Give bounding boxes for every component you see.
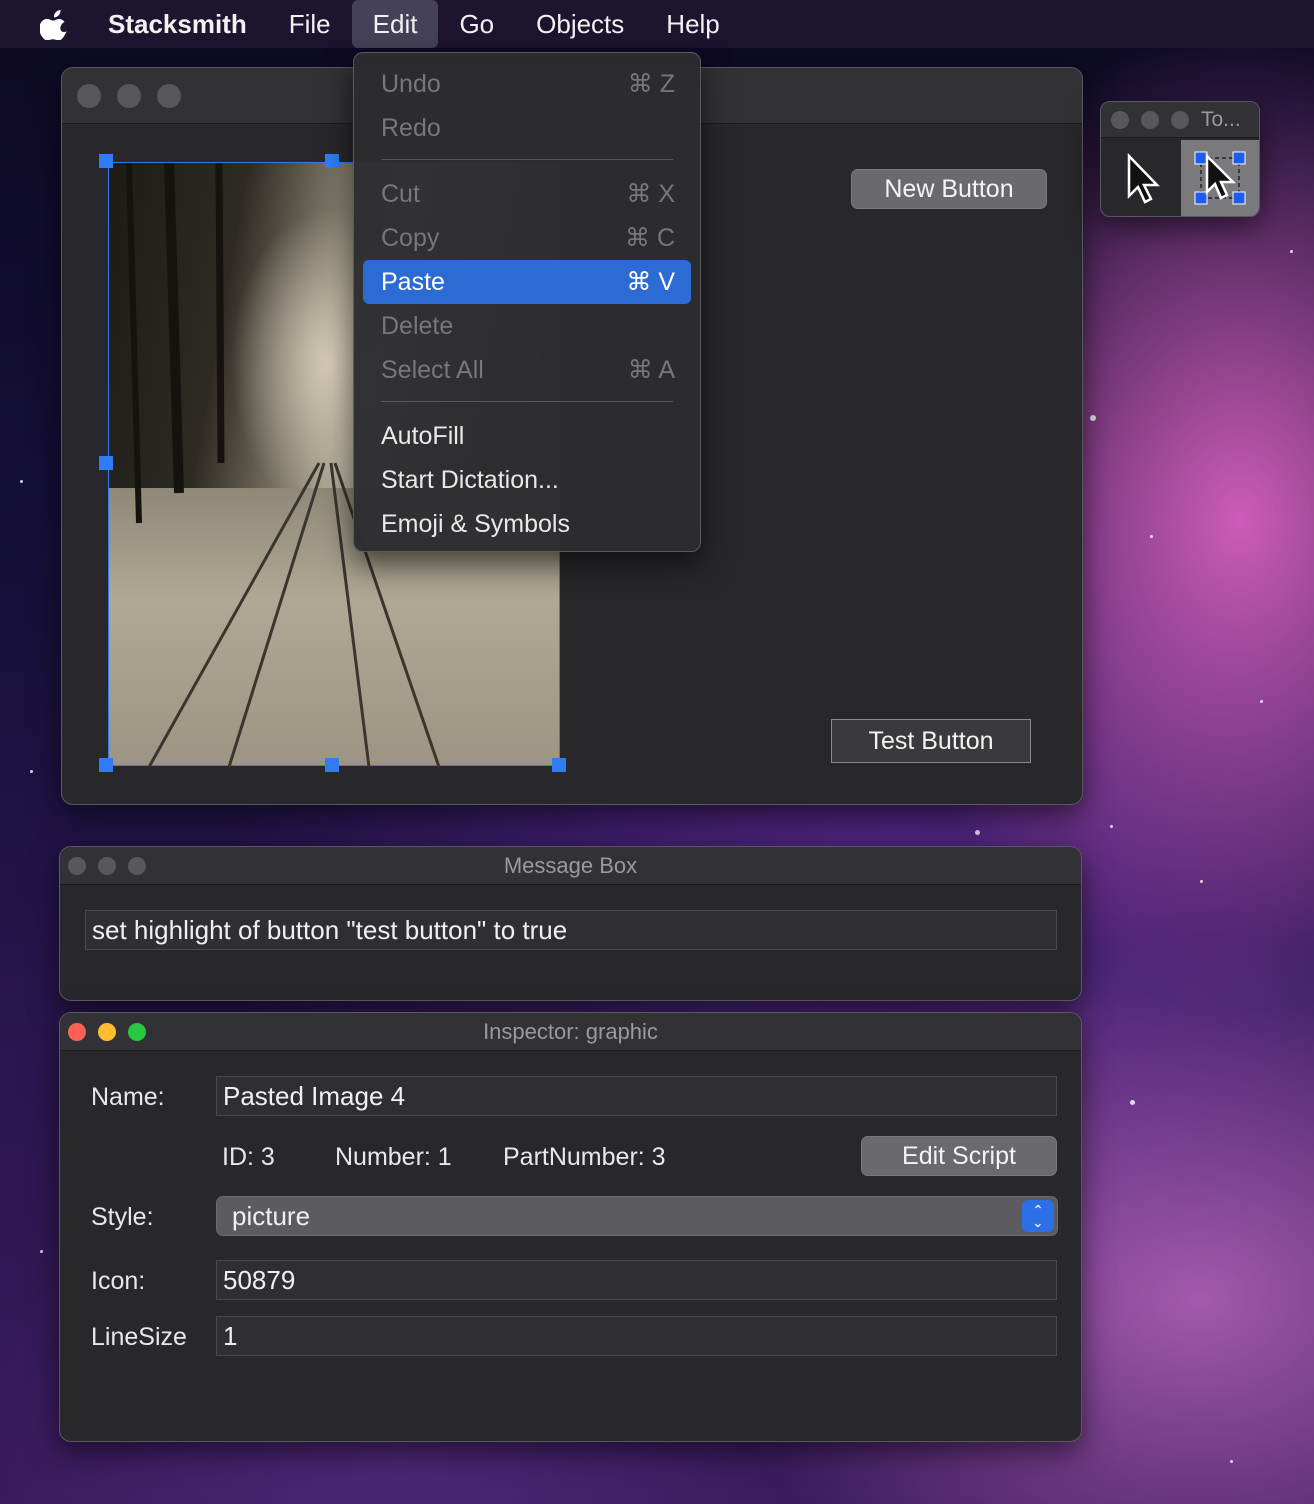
- minimize-button[interactable]: [98, 856, 116, 875]
- minimize-button[interactable]: [98, 1022, 116, 1041]
- menu-item-start-dictation[interactable]: Start Dictation...: [363, 458, 691, 502]
- menu-app-name[interactable]: Stacksmith: [108, 0, 268, 48]
- zoom-button[interactable]: [128, 856, 146, 875]
- selection-pointer-icon: [1194, 151, 1246, 205]
- inspector-title: Inspector: graphic: [483, 1018, 658, 1044]
- menu-file[interactable]: File: [268, 0, 352, 48]
- resize-handle[interactable]: [99, 758, 113, 772]
- message-box-titlebar[interactable]: Message Box: [60, 847, 1081, 885]
- menu-item-emoji-symbols[interactable]: Emoji & Symbols: [363, 502, 691, 546]
- close-button[interactable]: [77, 83, 101, 108]
- minimize-button[interactable]: [1141, 110, 1159, 129]
- menu-separator: [381, 401, 673, 402]
- zoom-button[interactable]: [128, 1022, 146, 1041]
- menu-item-cut[interactable]: Cut ⌘ X: [363, 172, 691, 216]
- menu-edit[interactable]: Edit: [351, 0, 439, 48]
- message-box-window: Message Box set highlight of button "tes…: [59, 846, 1082, 1001]
- menu-help[interactable]: Help: [645, 0, 740, 48]
- new-button[interactable]: New Button: [851, 169, 1047, 209]
- menu-objects[interactable]: Objects: [515, 0, 645, 48]
- message-box-title: Message Box: [503, 852, 638, 878]
- resize-handle[interactable]: [325, 154, 339, 168]
- tools-palette-titlebar[interactable]: To...: [1101, 102, 1259, 138]
- menu-bar: Stacksmith File Edit Go Objects Help: [0, 0, 1314, 48]
- edit-menu-dropdown: Undo ⌘ Z Redo Cut ⌘ X Copy ⌘ C Paste ⌘ V…: [353, 52, 701, 552]
- menu-go[interactable]: Go: [438, 0, 515, 48]
- partnumber-text: PartNumber: 3: [503, 1143, 666, 1171]
- linesize-field[interactable]: 1: [216, 1316, 1057, 1356]
- style-select-value: picture: [232, 1200, 311, 1231]
- resize-handle[interactable]: [325, 758, 339, 772]
- number-text: Number: 1: [335, 1143, 452, 1171]
- menu-item-paste[interactable]: Paste ⌘ V: [363, 260, 691, 304]
- arrow-cursor-icon: [1127, 152, 1160, 204]
- close-button[interactable]: [68, 856, 86, 875]
- close-button[interactable]: [1111, 110, 1129, 129]
- style-select[interactable]: picture ⌃ ⌃: [216, 1196, 1058, 1236]
- pointer-tool[interactable]: [1181, 140, 1259, 216]
- name-field[interactable]: Pasted Image 4: [216, 1076, 1057, 1116]
- menu-item-redo[interactable]: Redo: [363, 106, 691, 150]
- tools-palette-title: To...: [1201, 107, 1241, 131]
- select-arrows-icon: ⌃ ⌃: [1022, 1200, 1054, 1232]
- linesize-label: LineSize: [91, 1323, 187, 1351]
- apple-logo-icon[interactable]: [39, 8, 70, 41]
- close-button[interactable]: [68, 1022, 86, 1041]
- resize-handle[interactable]: [99, 154, 113, 168]
- inspector-window: Inspector: graphic Name: Pasted Image 4 …: [59, 1012, 1082, 1442]
- menu-item-undo[interactable]: Undo ⌘ Z: [363, 62, 691, 106]
- icon-label: Icon:: [91, 1267, 146, 1295]
- edit-script-button[interactable]: Edit Script: [861, 1136, 1057, 1176]
- test-button[interactable]: Test Button: [831, 719, 1031, 763]
- message-box-input[interactable]: set highlight of button "test button" to…: [85, 910, 1057, 950]
- browse-tool[interactable]: [1101, 140, 1179, 216]
- zoom-button[interactable]: [1171, 110, 1189, 129]
- menu-item-delete[interactable]: Delete: [363, 304, 691, 348]
- resize-handle[interactable]: [99, 456, 113, 470]
- icon-field[interactable]: 50879: [216, 1260, 1057, 1300]
- resize-handle[interactable]: [552, 758, 566, 772]
- minimize-button[interactable]: [117, 83, 141, 108]
- menu-item-copy[interactable]: Copy ⌘ C: [363, 216, 691, 260]
- inspector-titlebar[interactable]: Inspector: graphic: [60, 1013, 1081, 1051]
- menu-item-select-all[interactable]: Select All ⌘ A: [363, 348, 691, 392]
- menu-separator: [381, 159, 673, 160]
- id-text: ID: 3: [222, 1143, 275, 1171]
- tools-palette: To...: [1100, 101, 1260, 217]
- zoom-button[interactable]: [157, 83, 181, 108]
- menu-item-autofill[interactable]: AutoFill: [363, 414, 691, 458]
- style-label: Style:: [91, 1203, 154, 1231]
- name-label: Name:: [91, 1083, 165, 1111]
